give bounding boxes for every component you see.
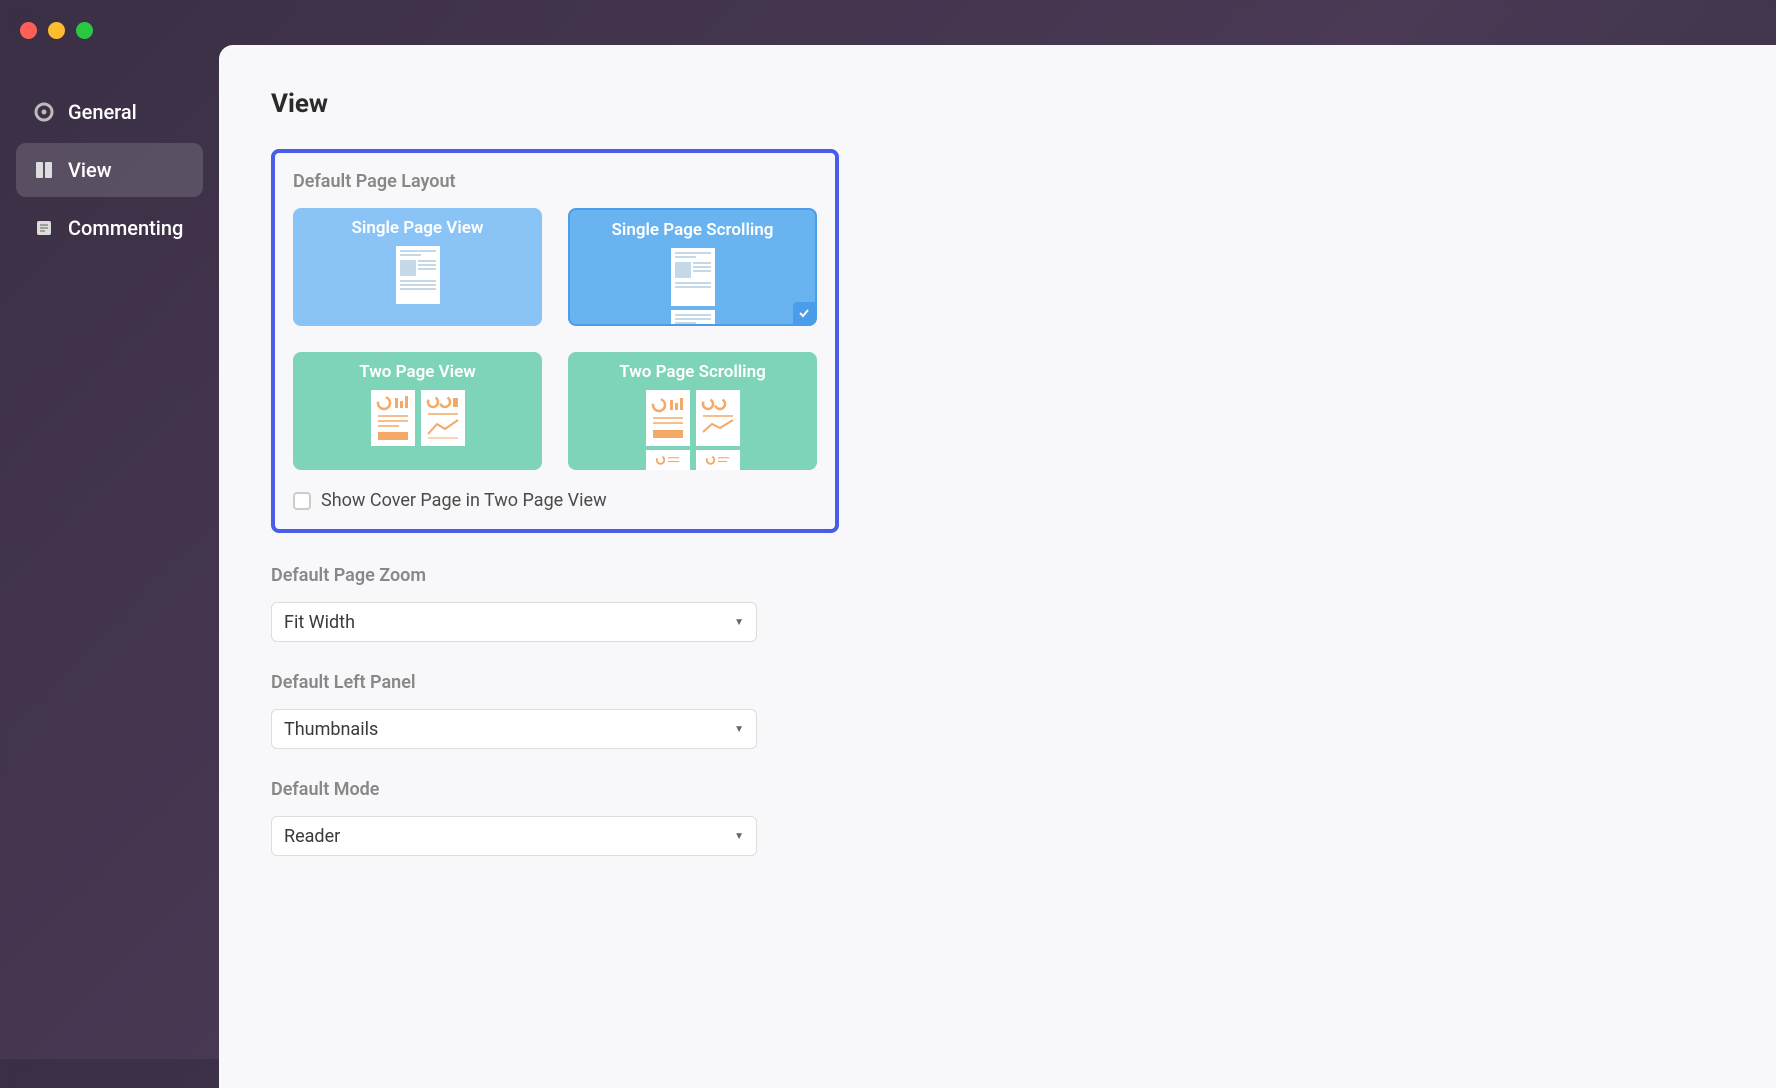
sidebar: General View Commenting [0,39,219,1088]
sidebar-item-commenting[interactable]: Commenting [16,201,203,255]
section-label: Default Page Layout [293,171,817,192]
checkbox-label: Show Cover Page in Two Page View [321,490,607,511]
show-cover-page-checkbox-row[interactable]: Show Cover Page in Two Page View [293,490,817,511]
doc-preview-icon [646,390,740,470]
layout-option-two-page-scrolling[interactable]: Two Page Scrolling [568,352,817,470]
layout-option-label: Single Page View [352,218,484,238]
doc-preview-icon [671,248,715,326]
layout-option-two-page-view[interactable]: Two Page View [293,352,542,470]
close-window-button[interactable] [20,22,37,39]
circle-icon [34,102,54,122]
layout-option-label: Single Page Scrolling [612,220,774,240]
chevron-down-icon: ▼ [734,831,744,842]
content-panel: View Default Page Layout Single Page Vie… [219,45,1776,1088]
page-title: View [271,89,1724,119]
layout-icon [34,160,54,180]
section-label: Default Mode [271,779,757,800]
sidebar-item-label: Commenting [68,216,183,240]
sidebar-item-view[interactable]: View [16,143,203,197]
doc-preview-icon [371,390,465,446]
sidebar-item-label: View [68,158,112,182]
note-icon [34,218,54,238]
sidebar-item-general[interactable]: General [16,85,203,139]
default-page-zoom-section: Default Page Zoom Fit Width ▼ [271,565,757,642]
maximize-window-button[interactable] [76,22,93,39]
check-icon [793,302,815,324]
select-value: Thumbnails [284,719,378,740]
chevron-down-icon: ▼ [734,617,744,628]
default-mode-section: Default Mode Reader ▼ [271,779,757,856]
window-traffic-lights [0,10,1776,39]
default-page-layout-section: Default Page Layout Single Page View [271,149,839,533]
default-left-panel-section: Default Left Panel Thumbnails ▼ [271,672,757,749]
section-label: Default Page Zoom [271,565,757,586]
select-value: Reader [284,826,340,847]
default-left-panel-select[interactable]: Thumbnails ▼ [271,709,757,749]
section-label: Default Left Panel [271,672,757,693]
sidebar-item-label: General [68,100,137,124]
minimize-window-button[interactable] [48,22,65,39]
layout-option-label: Two Page Scrolling [619,362,766,382]
layout-option-single-page-scrolling[interactable]: Single Page Scrolling [568,208,817,326]
checkbox-icon[interactable] [293,492,311,510]
doc-preview-icon [396,246,440,304]
layout-option-single-page-view[interactable]: Single Page View [293,208,542,326]
layout-option-label: Two Page View [359,362,476,382]
select-value: Fit Width [284,612,355,633]
default-page-zoom-select[interactable]: Fit Width ▼ [271,602,757,642]
default-mode-select[interactable]: Reader ▼ [271,816,757,856]
chevron-down-icon: ▼ [734,724,744,735]
